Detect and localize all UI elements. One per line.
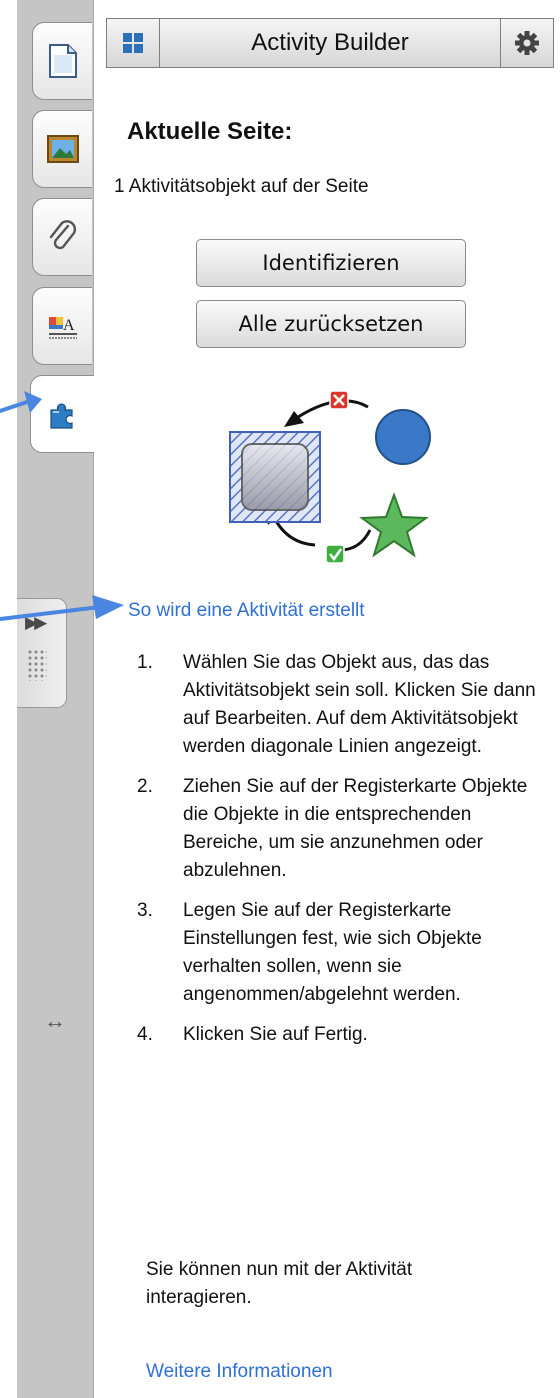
step-text: Klicken Sie auf Fertig. [183,1024,368,1045]
step-text: Wählen Sie das Objekt aus, das das Aktiv… [183,652,536,757]
paperclip-icon [49,220,76,250]
step-text: Legen Sie auf der Registerkarte Einstell… [183,900,482,1005]
properties-icon: A [48,317,77,339]
step-number: 2. [137,776,153,797]
activity-object-count: 1 Aktivitätsobjekt auf der Seite [114,176,369,197]
tab-attachments[interactable] [32,198,92,276]
page-icon [48,44,77,78]
list-item: 2. Ziehen Sie auf der Registerkarte Obje… [137,773,537,885]
interaction-note: Sie können nun mit der Aktivität interag… [146,1259,413,1308]
svg-text:A: A [63,317,75,334]
puzzle-icon [49,403,73,429]
step-text: Ziehen Sie auf der Registerkarte Objekte… [183,776,528,881]
steps-list: 1. Wählen Sie das Objekt aus, das das Ak… [137,649,537,1061]
annotation-arrow-icon [0,595,124,621]
howto-link[interactable]: So wird eine Aktivität erstellt [128,600,365,622]
tab-page-sorter[interactable] [32,22,92,100]
current-page-heading: Aktuelle Seite: [127,118,293,145]
identify-button[interactable]: Identifizieren [196,239,466,287]
picture-icon [46,135,79,163]
step-number: 3. [137,900,153,921]
activity-illustration [229,390,431,564]
tab-properties[interactable]: A [32,287,92,365]
annotation-arrow-icon [0,391,42,413]
list-item: 1. Wählen Sie das Objekt aus, das das Ak… [137,649,537,761]
list-item: 3. Legen Sie auf der Registerkarte Einst… [137,897,537,1009]
panel-toolbar: Activity Builder [106,18,554,68]
grid-icon[interactable] [107,19,160,67]
gear-icon[interactable] [500,19,553,67]
step-number: 1. [137,652,153,673]
more-info-link[interactable]: Weitere Informationen [146,1361,333,1383]
panel-title: Activity Builder [251,29,409,56]
grip-icon [27,649,47,681]
list-item: 4. Klicken Sie auf Fertig. [137,1021,537,1049]
reset-all-button[interactable]: Alle zurücksetzen [196,300,466,348]
tab-gallery[interactable] [32,110,92,188]
resize-horizontal-icon[interactable]: ↔ [44,1008,66,1034]
step-number: 4. [137,1024,153,1045]
